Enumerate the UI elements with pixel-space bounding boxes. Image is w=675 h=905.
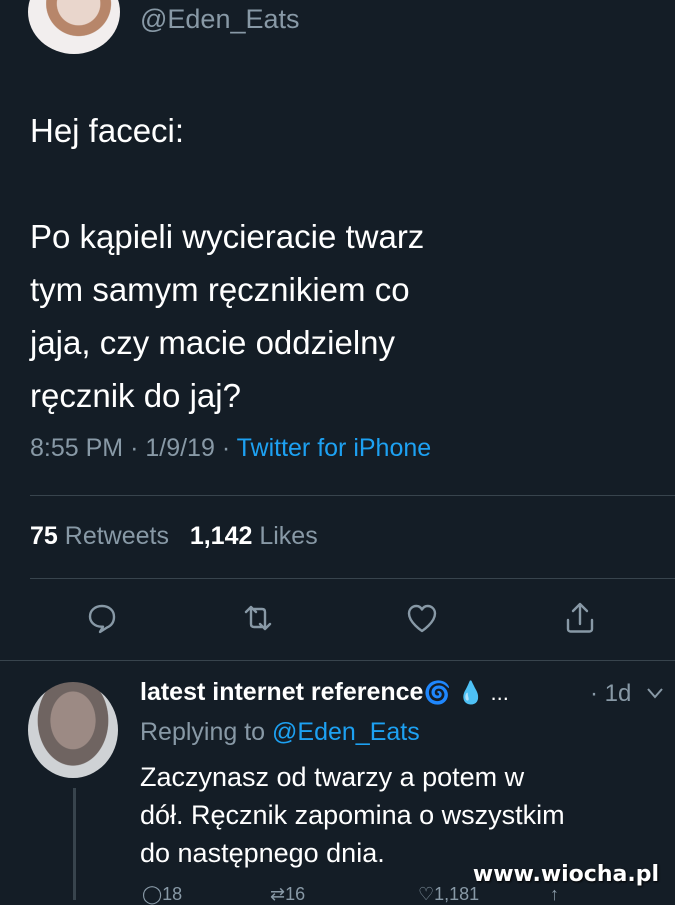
author-handle[interactable]: @Eden_Eats <box>140 4 300 35</box>
replying-to: Replying to @Eden_Eats <box>140 718 420 747</box>
share-icon[interactable] <box>562 600 598 636</box>
reply-age: · 1d <box>590 680 632 707</box>
tweet-line: Po kąpieli wycieracie twarz <box>30 218 425 255</box>
likes-count[interactable]: 1,142 <box>190 522 253 550</box>
replying-to-handle[interactable]: @Eden_Eats <box>272 718 420 746</box>
tweet-line: Hej faceci: <box>30 112 185 149</box>
like-icon[interactable] <box>404 600 440 636</box>
author-avatar[interactable] <box>28 0 120 54</box>
retweet-icon[interactable] <box>240 600 276 636</box>
divider <box>30 578 675 579</box>
reply-author-name[interactable]: latest internet reference🌀 💧 ... <box>140 678 509 707</box>
tweet-meta: 8:55 PM · 1/9/19 · Twitter for iPhone <box>30 434 432 462</box>
reply-reply-count[interactable]: ◯ 18 <box>142 884 182 905</box>
divider <box>0 660 675 661</box>
tweet-date: 1/9/19 <box>145 434 215 462</box>
tweet-stats: 75 Retweets 1,142 Likes <box>30 522 318 551</box>
tweet-actions <box>0 600 675 640</box>
reply-icon[interactable] <box>84 600 120 636</box>
retweets-label[interactable]: Retweets <box>65 522 169 550</box>
reply-line: Zaczynasz od twarzy a potem w <box>140 762 525 792</box>
likes-label[interactable]: Likes <box>259 522 317 550</box>
chevron-down-icon[interactable] <box>646 686 664 700</box>
tweet-line: ręcznik do jaj? <box>30 377 241 414</box>
tweet-source-link[interactable]: Twitter for iPhone <box>237 434 432 462</box>
reply-line: dół. Ręcznik zapomina o wszystkim <box>140 800 565 830</box>
tweet-time: 8:55 PM <box>30 434 124 462</box>
tweet-text: Hej faceci: Po kąpieli wycieracie twarz … <box>30 104 630 422</box>
reply-text: Zaczynasz od twarzy a potem w dół. Ręczn… <box>140 758 660 872</box>
retweets-count[interactable]: 75 <box>30 522 58 550</box>
reply-avatar[interactable] <box>28 682 118 778</box>
reply-retweet-count[interactable]: ⇄ 16 <box>270 884 305 905</box>
watermark: www.wiocha.pl <box>472 862 659 887</box>
reply-author-emojis: 🌀 💧 ... <box>423 680 509 705</box>
reply-share-icon[interactable]: ↑ <box>550 884 559 905</box>
reply-like-count[interactable]: ♡ 1,181 <box>418 884 479 905</box>
reply-author-name-text[interactable]: latest internet reference <box>140 678 423 706</box>
tweet-line: jaja, czy macie oddzielny <box>30 324 395 361</box>
divider <box>30 495 675 496</box>
replying-prefix: Replying to <box>140 718 266 746</box>
tweet-line: tym samym ręcznikiem co <box>30 271 410 308</box>
thread-line <box>73 788 76 900</box>
